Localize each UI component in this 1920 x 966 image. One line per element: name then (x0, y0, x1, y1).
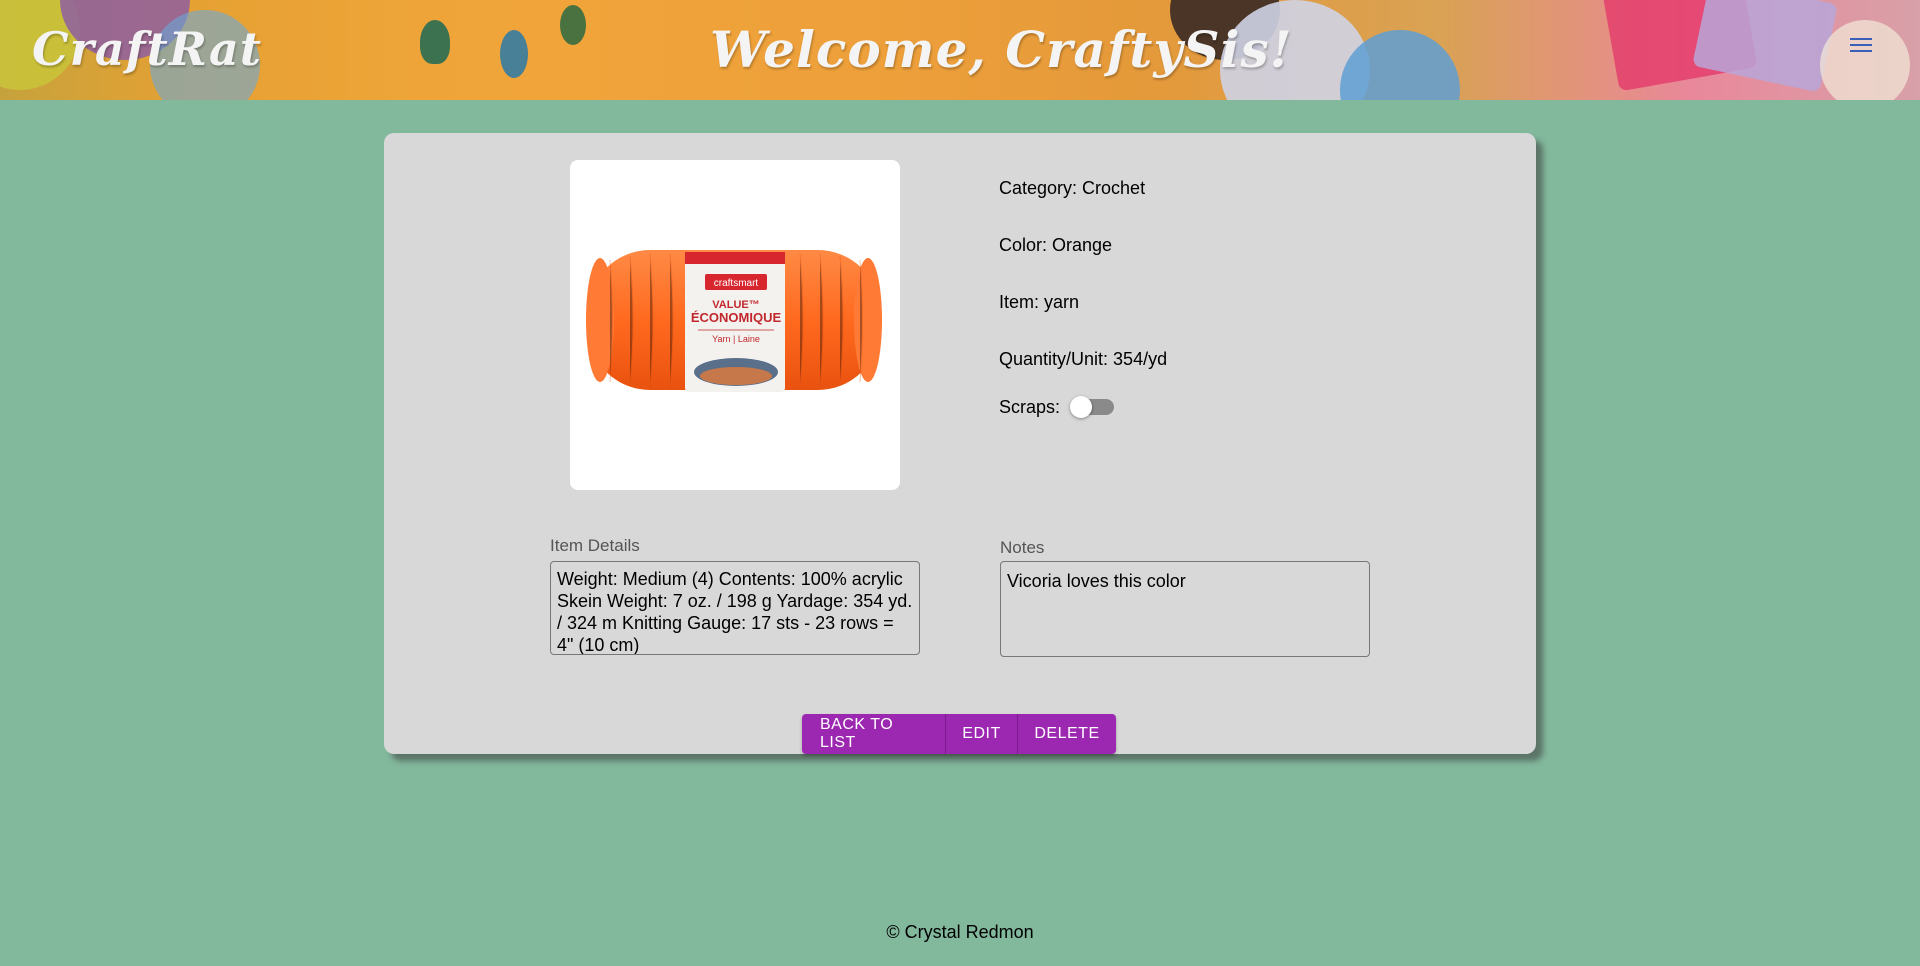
item-color: Color: Orange (999, 235, 1113, 255)
hamburger-menu-icon[interactable] (1850, 38, 1872, 58)
item-photo: craftsmart VALUE™ ÉCONOMIQUE Yarn | Lain… (570, 160, 900, 490)
yarn-skein-image: craftsmart VALUE™ ÉCONOMIQUE Yarn | Lain… (586, 250, 882, 392)
notes-label: Notes (1000, 538, 1045, 557)
delete-button[interactable]: DELETE (1018, 714, 1116, 754)
item-category: Category: Crochet (999, 178, 1146, 198)
scraps-toggle[interactable] (1070, 396, 1115, 418)
item-details-label: Item Details (550, 536, 640, 555)
felt-decoration (1692, 0, 1838, 93)
footer-copyright: © Crystal Redmon (886, 922, 1034, 942)
item-details-textarea[interactable]: Weight: Medium (4) Contents: 100% acryli… (550, 561, 920, 655)
header-banner: CraftRat Welcome, CraftySis! (0, 0, 1920, 100)
gem-decoration (500, 30, 528, 78)
jar-decoration (1820, 20, 1910, 100)
back-to-list-button[interactable]: BACK TO LIST (802, 714, 946, 754)
action-button-group: BACK TO LIST EDIT DELETE (802, 714, 1116, 754)
item-name: Item: yarn (999, 292, 1080, 312)
item-info: Category: Crochet Color: Orange Item: ya… (999, 178, 1167, 422)
gem-decoration (560, 5, 586, 45)
svg-text:craftsmart: craftsmart (714, 278, 759, 289)
edit-button[interactable]: EDIT (946, 714, 1018, 754)
welcome-title: Welcome, CraftySis! (710, 20, 1293, 79)
svg-text:ÉCONOMIQUE: ÉCONOMIQUE (691, 310, 782, 325)
scraps-row: Scraps: (999, 392, 1167, 422)
item-detail-card: craftsmart VALUE™ ÉCONOMIQUE Yarn | Lain… (384, 133, 1536, 754)
scraps-label: Scraps: (999, 396, 1061, 417)
brand-logo[interactable]: CraftRat (32, 22, 262, 76)
gem-decoration (420, 20, 450, 64)
toggle-knob (1070, 396, 1093, 418)
notes-textarea[interactable]: Vicoria loves this color (1000, 561, 1370, 657)
svg-text:Yarn | Laine: Yarn | Laine (712, 334, 760, 344)
